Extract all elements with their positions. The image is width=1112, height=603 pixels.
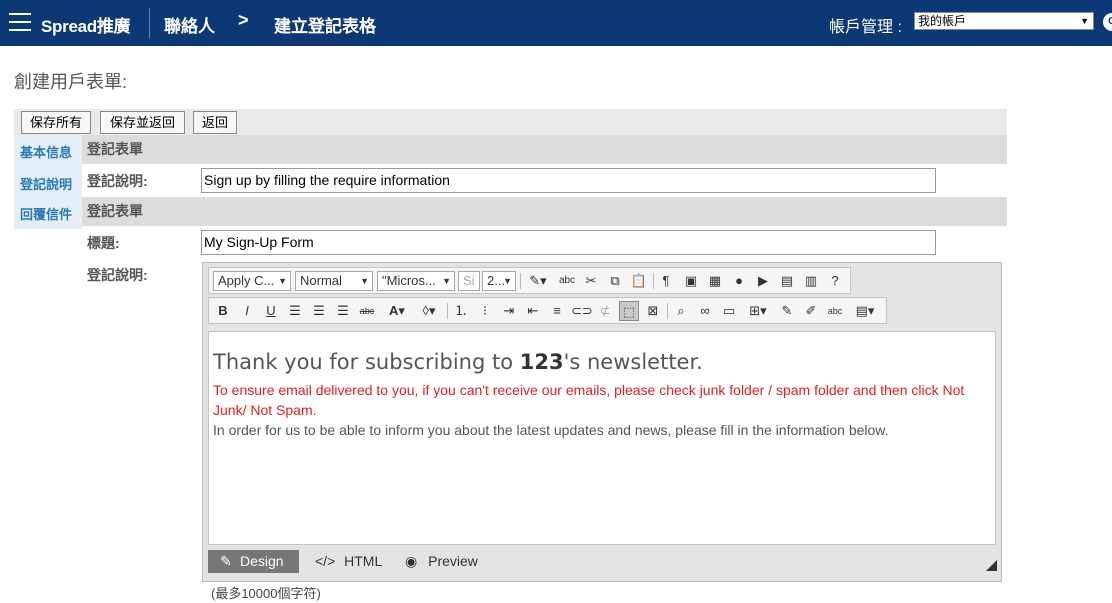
section-header: 登記表單	[82, 197, 1007, 226]
breadcrumb-contacts[interactable]: 聯絡人	[164, 12, 215, 37]
insert-link-icon[interactable]: ⊂⊃	[571, 301, 593, 321]
resize-handle-icon[interactable]	[986, 560, 997, 571]
help-icon[interactable]: ?	[825, 271, 845, 291]
cut-icon[interactable]: ✂	[581, 271, 601, 291]
indent-icon[interactable]: ⇥	[499, 301, 519, 321]
pencil-icon: ✎	[220, 553, 232, 569]
page-title: 創建用戶表單:	[14, 72, 128, 92]
save-all-button[interactable]: 保存所有	[21, 111, 91, 134]
insert-form-icon[interactable]: ✎	[777, 301, 797, 321]
section-header: 登記表單	[82, 135, 1007, 164]
media-icon[interactable]: ▶	[753, 271, 773, 291]
save-and-return-button[interactable]: 保存並返回	[100, 111, 185, 134]
bold-icon[interactable]: B	[213, 301, 233, 321]
editor-toolbar-top: Apply C... ▼ Normal ▼ "Micros... ▼ Si 2... ▼…	[208, 267, 851, 294]
strikethrough-icon[interactable]: abc	[357, 301, 377, 321]
font-family-dropdown[interactable]: "Micros... ▼	[377, 271, 455, 291]
template-icon[interactable]: ▥	[801, 271, 821, 291]
insert-table-icon[interactable]: ⊞▾	[743, 301, 773, 321]
format-painter-icon[interactable]: ✎▾	[523, 271, 553, 291]
align-center-icon[interactable]: ☰	[309, 301, 329, 321]
account-select[interactable]: 我的帳戶 ▼	[914, 12, 1094, 30]
apply-css-class-dropdown[interactable]: Apply C... ▼	[213, 271, 291, 291]
content-info-text: In order for us to be able to inform you…	[213, 422, 889, 438]
side-navigation: 基本信息 登記說明 回覆信件	[14, 135, 82, 229]
back-button[interactable]: 返回	[193, 111, 237, 134]
flash-icon[interactable]: ●	[729, 271, 749, 291]
description-label: 登記說明:	[87, 173, 148, 189]
editor-toolbar-bottom: B I U ☰ ☰ ☰ abc A▾ ◊▾ ⒈ ⁝ ⇥ ⇤ ≡ ⊂⊃ ⊄ ⬚ ⊠…	[208, 297, 887, 324]
content-warning-text: To ensure email delivered to you, if you…	[213, 382, 965, 418]
spellcheck-icon[interactable]: abc	[557, 271, 577, 291]
paste-icon[interactable]: 📋	[629, 271, 649, 291]
account-management-label: 帳戶管理 :	[829, 19, 902, 36]
code-icon: </>	[315, 553, 336, 569]
character-limit-note: (最多10000個字符)	[211, 586, 321, 601]
edit-form-icon[interactable]: ✐	[801, 301, 821, 321]
description-label: 登記說明:	[87, 267, 148, 283]
menu-icon[interactable]	[9, 13, 31, 31]
align-right-icon[interactable]: ☰	[333, 301, 353, 321]
nav-item-registration-description[interactable]: 登記說明	[20, 174, 72, 193]
nav-item-reply-email[interactable]: 回覆信件	[20, 204, 72, 223]
top-navigation-bar: Spread推廣 聯絡人 > 建立登記表格 帳戶管理 : 我的帳戶 ▼ G	[0, 0, 1112, 46]
preview-window-icon[interactable]: ▭	[719, 301, 739, 321]
content-heading: Thank you for subscribing to 123's newsl…	[213, 350, 703, 374]
show-borders-icon[interactable]: ⬚	[619, 301, 639, 321]
eye-icon: ◉	[405, 553, 418, 569]
nav-item-basic-info[interactable]: 基本信息	[20, 142, 72, 161]
underline-icon[interactable]: U	[261, 301, 281, 321]
more-options-icon[interactable]: ▤▾	[849, 301, 881, 321]
divider	[149, 8, 150, 38]
font-size-style-dropdown[interactable]: Si	[458, 271, 480, 291]
rich-text-editor: Apply C... ▼ Normal ▼ "Micros... ▼ Si 2... ▼…	[202, 262, 1002, 582]
outdent-icon[interactable]: ⇤	[523, 301, 543, 321]
paragraph-icon[interactable]: ¶	[656, 271, 676, 291]
binoculars-icon[interactable]: ∞	[695, 301, 715, 321]
text-field-icon[interactable]: abc	[825, 301, 845, 321]
unlink-icon[interactable]: ⊄	[595, 301, 615, 321]
document-manager-icon[interactable]: ▤	[777, 271, 797, 291]
globe-icon[interactable]: G	[1103, 13, 1112, 31]
brand-logo[interactable]: Spread推廣	[41, 12, 131, 37]
editor-content-area[interactable]: Thank you for subscribing to 123's newsl…	[208, 331, 996, 545]
image-manager-icon[interactable]: ▦	[705, 271, 725, 291]
html-mode-tab[interactable]: </> HTML	[315, 550, 382, 573]
chevron-right-icon: >	[238, 10, 249, 30]
account-select-value: 我的帳戶	[918, 14, 967, 28]
numbered-list-icon[interactable]: ⒈	[451, 301, 471, 321]
breadcrumb-current-page: 建立登記表格	[274, 17, 376, 36]
description-input[interactable]: Sign up by filling the require informati…	[201, 168, 936, 193]
font-color-icon[interactable]: A▾	[383, 301, 411, 321]
italic-icon[interactable]: I	[237, 301, 257, 321]
highlight-color-icon[interactable]: ◊▾	[415, 301, 443, 321]
select-all-icon[interactable]: ⊠	[643, 301, 663, 321]
copy-icon[interactable]: ⧉	[605, 271, 625, 291]
find-icon[interactable]: ⌕	[671, 301, 691, 321]
justify-icon[interactable]: ≡	[547, 301, 567, 321]
font-size-dropdown[interactable]: 2... ▼	[482, 271, 516, 291]
preview-mode-tab[interactable]: ◉ Preview	[405, 550, 478, 573]
design-mode-tab[interactable]: ✎ Design	[208, 550, 299, 573]
bullet-list-icon[interactable]: ⁝	[475, 301, 495, 321]
title-input[interactable]: My Sign-Up Form	[201, 230, 936, 255]
insert-image-icon[interactable]: ▣	[681, 271, 701, 291]
align-left-icon[interactable]: ☰	[285, 301, 305, 321]
paragraph-format-dropdown[interactable]: Normal ▼	[295, 271, 373, 291]
action-toolbar: 保存所有 保存並返回 返回	[14, 109, 1007, 135]
title-label: 標題:	[87, 235, 120, 251]
dropdown-arrow-icon: ▼	[1080, 16, 1089, 26]
